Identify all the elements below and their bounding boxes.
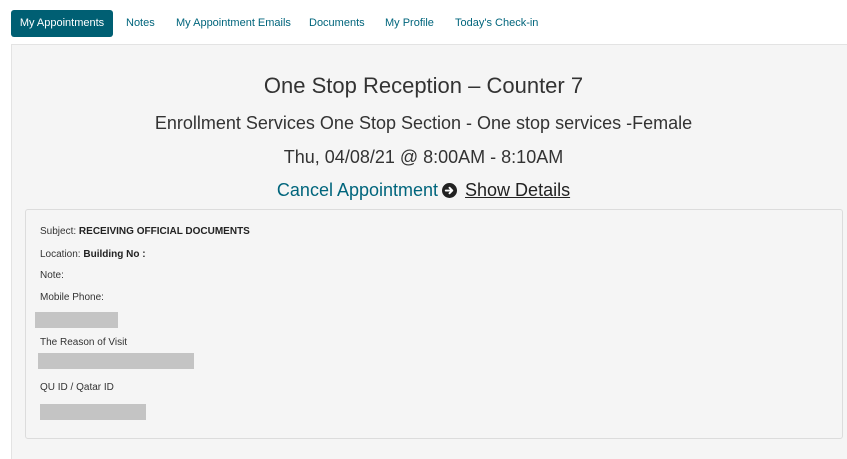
subject-label: Subject: (40, 226, 77, 237)
note-label: Note: (40, 270, 64, 281)
tab-todays-check-in[interactable]: Today's Check-in (455, 10, 538, 37)
cancel-appointment-link[interactable]: Cancel Appointment (276, 180, 458, 200)
top-navigation: My Appointments Notes My Appointment Ema… (0, 0, 847, 42)
subject-row: Subject: RECEIVING OFFICIAL DOCUMENTS (40, 226, 250, 237)
cancel-appointment-label: Cancel Appointment (276, 180, 439, 200)
tab-documents[interactable]: Documents (309, 10, 365, 37)
tab-my-profile[interactable]: My Profile (385, 10, 434, 37)
appointment-datetime: Thu, 04/08/21 @ 8:00AM - 8:10AM (283, 147, 564, 167)
arrow-circle-right-icon (442, 183, 458, 198)
appointment-title: One Stop Reception – Counter 7 (263, 73, 584, 98)
mobile-phone-redacted (35, 312, 118, 328)
qu-id-label: QU ID / Qatar ID (40, 382, 114, 393)
tab-notes[interactable]: Notes (126, 10, 155, 37)
appointment-service: Enrollment Services One Stop Section - O… (154, 113, 693, 133)
appointment-details-box (25, 209, 843, 439)
qu-id-redacted (40, 404, 146, 420)
subject-value: RECEIVING OFFICIAL DOCUMENTS (78, 226, 250, 237)
location-label: Location: (40, 249, 81, 260)
mobile-phone-label: Mobile Phone: (40, 292, 104, 303)
reason-of-visit-redacted (38, 353, 194, 369)
reason-of-visit-label: The Reason of Visit (40, 337, 128, 348)
appointment-actions: Cancel Appointment Show Details (0, 180, 847, 201)
tab-my-appointment-emails[interactable]: My Appointment Emails (176, 10, 291, 37)
location-row: Location: Building No : (40, 249, 146, 260)
tab-my-appointments[interactable]: My Appointments (11, 10, 113, 37)
show-details-link[interactable]: Show Details (465, 180, 570, 200)
location-value: Building No : (83, 249, 146, 260)
